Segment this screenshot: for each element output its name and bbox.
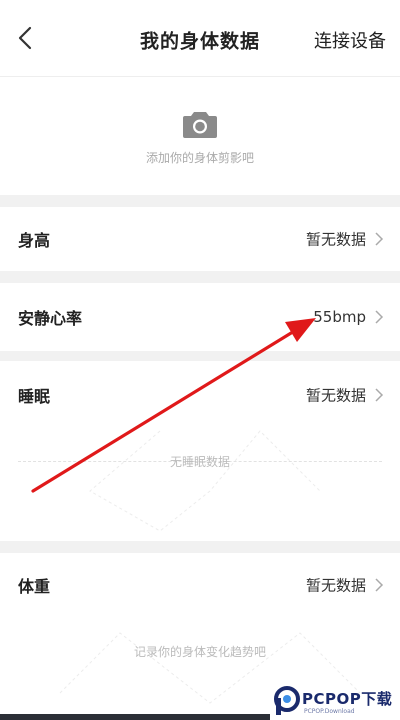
system-bottom-bar <box>0 714 270 720</box>
resting-heart-rate-label: 安静心率 <box>18 309 83 328</box>
section-divider <box>0 271 400 283</box>
camera-icon[interactable] <box>182 109 218 139</box>
add-silhouette-hint: 添加你的身体剪影吧 <box>145 151 254 165</box>
chevron-right-icon <box>375 578 384 592</box>
section-divider <box>0 351 400 361</box>
weight-value: 暂无数据 <box>305 576 366 595</box>
sleep-row[interactable]: 睡眠 暂无数据 <box>0 361 400 429</box>
sleep-panel: 睡眠 暂无数据 无睡眠数据 <box>0 361 400 541</box>
resting-heart-rate-value: 55bmp <box>313 308 366 326</box>
height-value: 暂无数据 <box>305 230 366 249</box>
sleep-placeholder-graphic <box>89 430 321 531</box>
height-row[interactable]: 身高 暂无数据 <box>0 207 400 271</box>
resting-heart-rate-row[interactable]: 安静心率 55bmp <box>0 283 400 351</box>
section-divider <box>0 195 400 207</box>
sleep-value: 暂无数据 <box>305 386 366 405</box>
sleep-label: 睡眠 <box>18 387 51 406</box>
weight-row[interactable]: 体重 暂无数据 <box>0 553 400 617</box>
weight-empty-text: 记录你的身体变化趋势吧 <box>133 645 266 659</box>
section-divider <box>0 541 400 553</box>
header-bar: 我的身体数据 连接设备 <box>0 0 400 77</box>
watermark-subtext: PCPOP.Download <box>304 708 355 715</box>
height-label: 身高 <box>18 231 51 250</box>
chevron-right-icon <box>375 310 384 324</box>
chevron-right-icon <box>375 388 384 402</box>
watermark-brand: PCPOP下载 <box>302 690 393 708</box>
connect-device-button[interactable]: 连接设备 <box>314 27 386 53</box>
sleep-empty-text: 无睡眠数据 <box>169 455 230 469</box>
pcpop-watermark: PCPOP下载 PCPOP.Download <box>272 682 400 720</box>
chevron-right-icon <box>375 232 384 246</box>
body-silhouette-area[interactable]: 添加你的身体剪影吧 <box>0 77 400 195</box>
weight-label: 体重 <box>18 577 51 596</box>
pcpop-logo-icon <box>274 686 300 715</box>
